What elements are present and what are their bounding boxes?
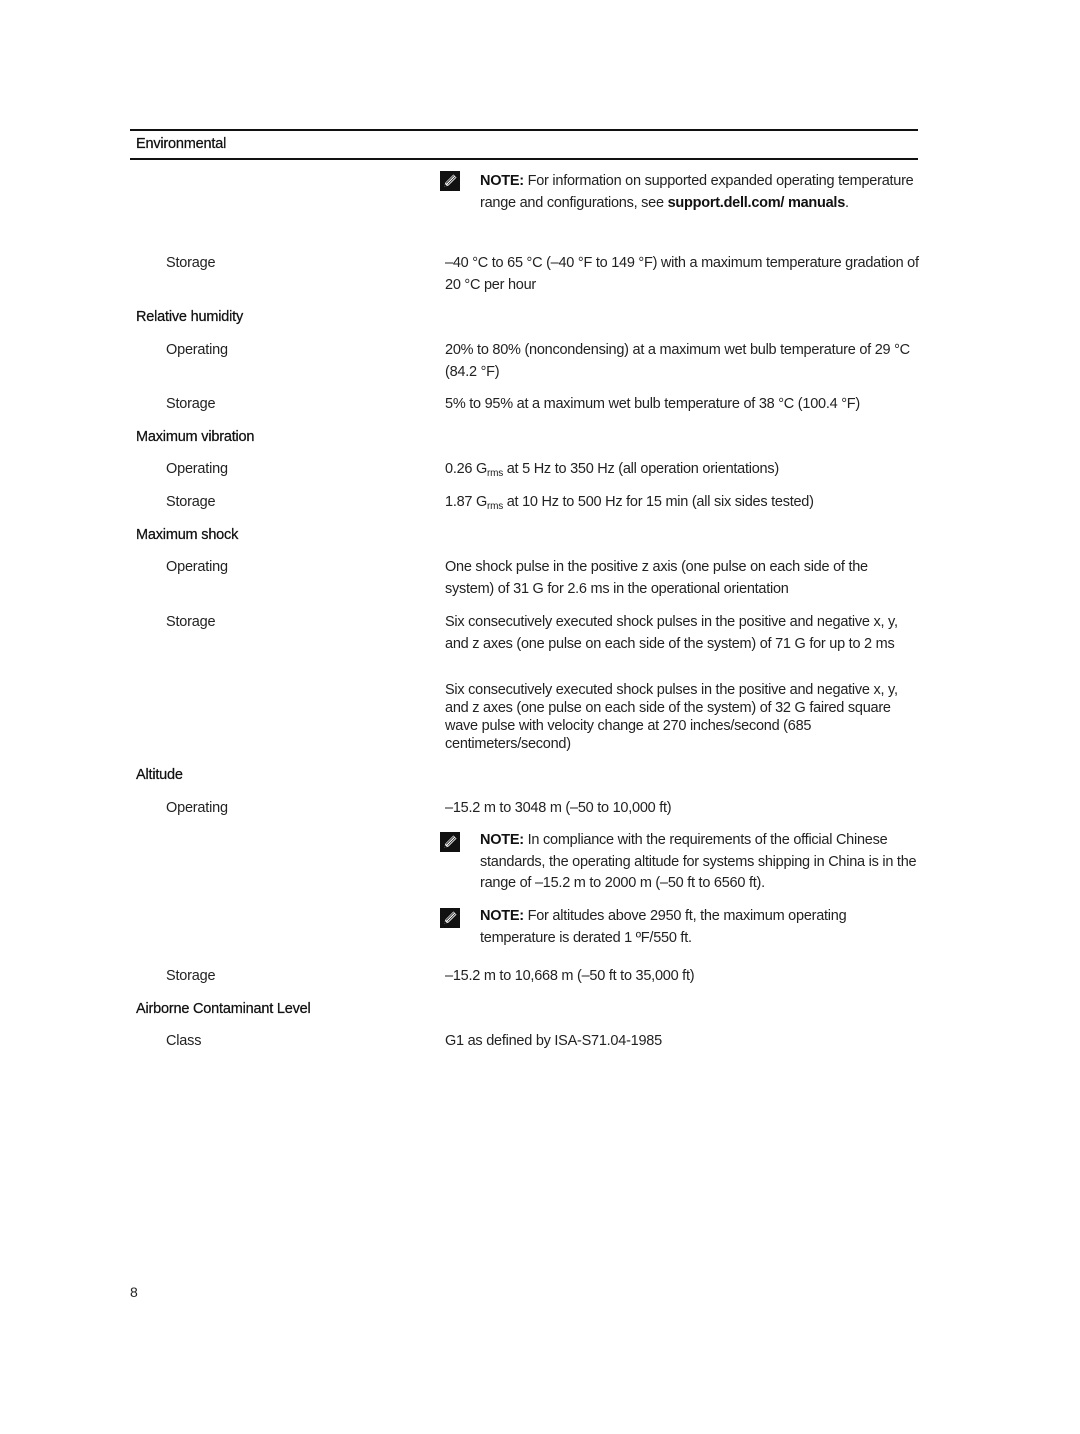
vibration-operating-value-sub: rms — [487, 468, 503, 479]
support-link[interactable]: support.dell.com/ manuals — [668, 195, 846, 211]
section-relative-humidity: Relative humidity — [136, 309, 244, 325]
section-altitude: Altitude — [136, 767, 183, 783]
contaminant-class-label: Class — [166, 1033, 202, 1049]
shock-operating-value: One shock pulse in the positive z axis (… — [445, 559, 868, 597]
vibration-storage-value-main: 1.87 G — [445, 494, 488, 510]
humidity-storage-value: 5% to 95% at a maximum wet bulb temperat… — [445, 396, 860, 412]
note-text-end: . — [845, 194, 849, 211]
vibration-storage-value-rest: at 10 Hz to 500 Hz for 15 min (all six s… — [502, 494, 814, 510]
contaminant-class-value: G1 as defined by ISA-S71.04-1985 — [445, 1033, 662, 1049]
shock-operating-label: Operating — [166, 559, 228, 575]
humidity-operating-label: Operating — [166, 342, 228, 358]
shock-storage-value-1: Six consecutively executed shock pulses … — [445, 614, 898, 652]
table-header-environmental: Environmental — [136, 136, 227, 152]
note-china-altitude: NOTE: In compliance with the requirement… — [480, 830, 920, 895]
altitude-storage-value: –15.2 m to 10,668 m (–50 ft to 35,000 ft… — [445, 968, 695, 984]
humidity-storage-label: Storage — [166, 396, 216, 412]
table-header-rule — [130, 158, 918, 160]
note-label: NOTE: — [480, 173, 524, 189]
altitude-operating-value: –15.2 m to 3048 m (–50 to 10,000 ft) — [445, 800, 672, 816]
vibration-operating-value-main: 0.26 G — [445, 461, 488, 477]
table-top-rule — [130, 129, 918, 131]
pencil-note-icon — [440, 171, 460, 191]
vibration-operating-label: Operating — [166, 461, 228, 477]
shock-storage-value-2: Six consecutively executed shock pulses … — [445, 682, 898, 752]
vibration-storage-value-sub: rms — [487, 501, 503, 512]
note-altitude-derate: NOTE: For altitudes above 2950 ft, the m… — [480, 906, 920, 949]
vibration-operating-value-rest: at 5 Hz to 350 Hz (all operation orienta… — [502, 461, 779, 477]
vibration-storage-value: 1.87 Grms at 10 Hz to 500 Hz for 15 min … — [445, 492, 920, 514]
page-number: 8 — [130, 1284, 138, 1300]
document-page: Environmental NOTE: For information on s… — [0, 0, 1080, 1434]
shock-storage-label: Storage — [166, 614, 216, 630]
vibration-storage-label: Storage — [166, 494, 216, 510]
note-label: NOTE: — [480, 832, 524, 848]
altitude-storage-label: Storage — [166, 968, 216, 984]
humidity-operating-value: 20% to 80% (noncondensing) at a maximum … — [445, 342, 910, 380]
pencil-note-icon — [440, 832, 460, 852]
note-text: For altitudes above 2950 ft, the maximum… — [480, 908, 847, 946]
temperature-storage-value: –40 °C to 65 °C (–40 °F to 149 °F) with … — [445, 255, 919, 293]
note-expanded-temperature: NOTE: For information on supported expan… — [480, 171, 920, 214]
temperature-storage-label: Storage — [166, 255, 216, 271]
pencil-note-icon — [440, 908, 460, 928]
note-text: In compliance with the requirements of t… — [480, 832, 917, 891]
section-maximum-shock: Maximum shock — [136, 527, 239, 543]
section-maximum-vibration: Maximum vibration — [136, 429, 255, 445]
section-airborne-contaminant: Airborne Contaminant Level — [136, 1001, 311, 1017]
vibration-operating-value: 0.26 Grms at 5 Hz to 350 Hz (all operati… — [445, 459, 920, 481]
altitude-operating-label: Operating — [166, 800, 228, 816]
note-label: NOTE: — [480, 908, 524, 924]
